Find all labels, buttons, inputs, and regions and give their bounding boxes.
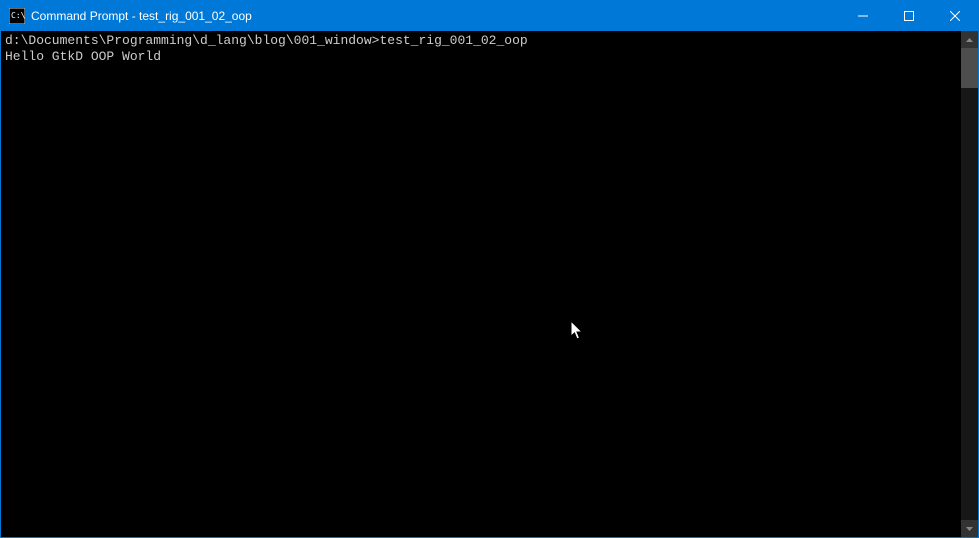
svg-text:C:\: C:\ [11,11,25,20]
terminal-area: d:\Documents\Programming\d_lang\blog\001… [1,31,978,537]
terminal-output: Hello GtkD OOP World [5,49,957,65]
minimize-button[interactable] [840,1,886,31]
scrollbar-down-arrow-icon[interactable] [961,520,978,537]
close-button[interactable] [932,1,978,31]
maximize-button[interactable] [886,1,932,31]
prompt-path: d:\Documents\Programming\d_lang\blog\001… [5,33,379,48]
terminal-line: d:\Documents\Programming\d_lang\blog\001… [5,33,957,49]
window-title: Command Prompt - test_rig_001_02_oop [31,9,840,23]
title-separator: - [128,9,139,23]
window-controls [840,1,978,31]
terminal-content[interactable]: d:\Documents\Programming\d_lang\blog\001… [1,31,961,537]
vertical-scrollbar[interactable] [961,31,978,537]
title-process: test_rig_001_02_oop [139,9,252,23]
titlebar[interactable]: C:\ Command Prompt - test_rig_001_02_oop [1,1,978,31]
scrollbar-thumb[interactable] [961,48,978,88]
command-text: test_rig_001_02_oop [379,33,527,48]
title-app: Command Prompt [31,9,128,23]
command-prompt-window: C:\ Command Prompt - test_rig_001_02_oop [0,0,979,538]
scrollbar-up-arrow-icon[interactable] [961,31,978,48]
cmd-icon: C:\ [9,8,25,24]
